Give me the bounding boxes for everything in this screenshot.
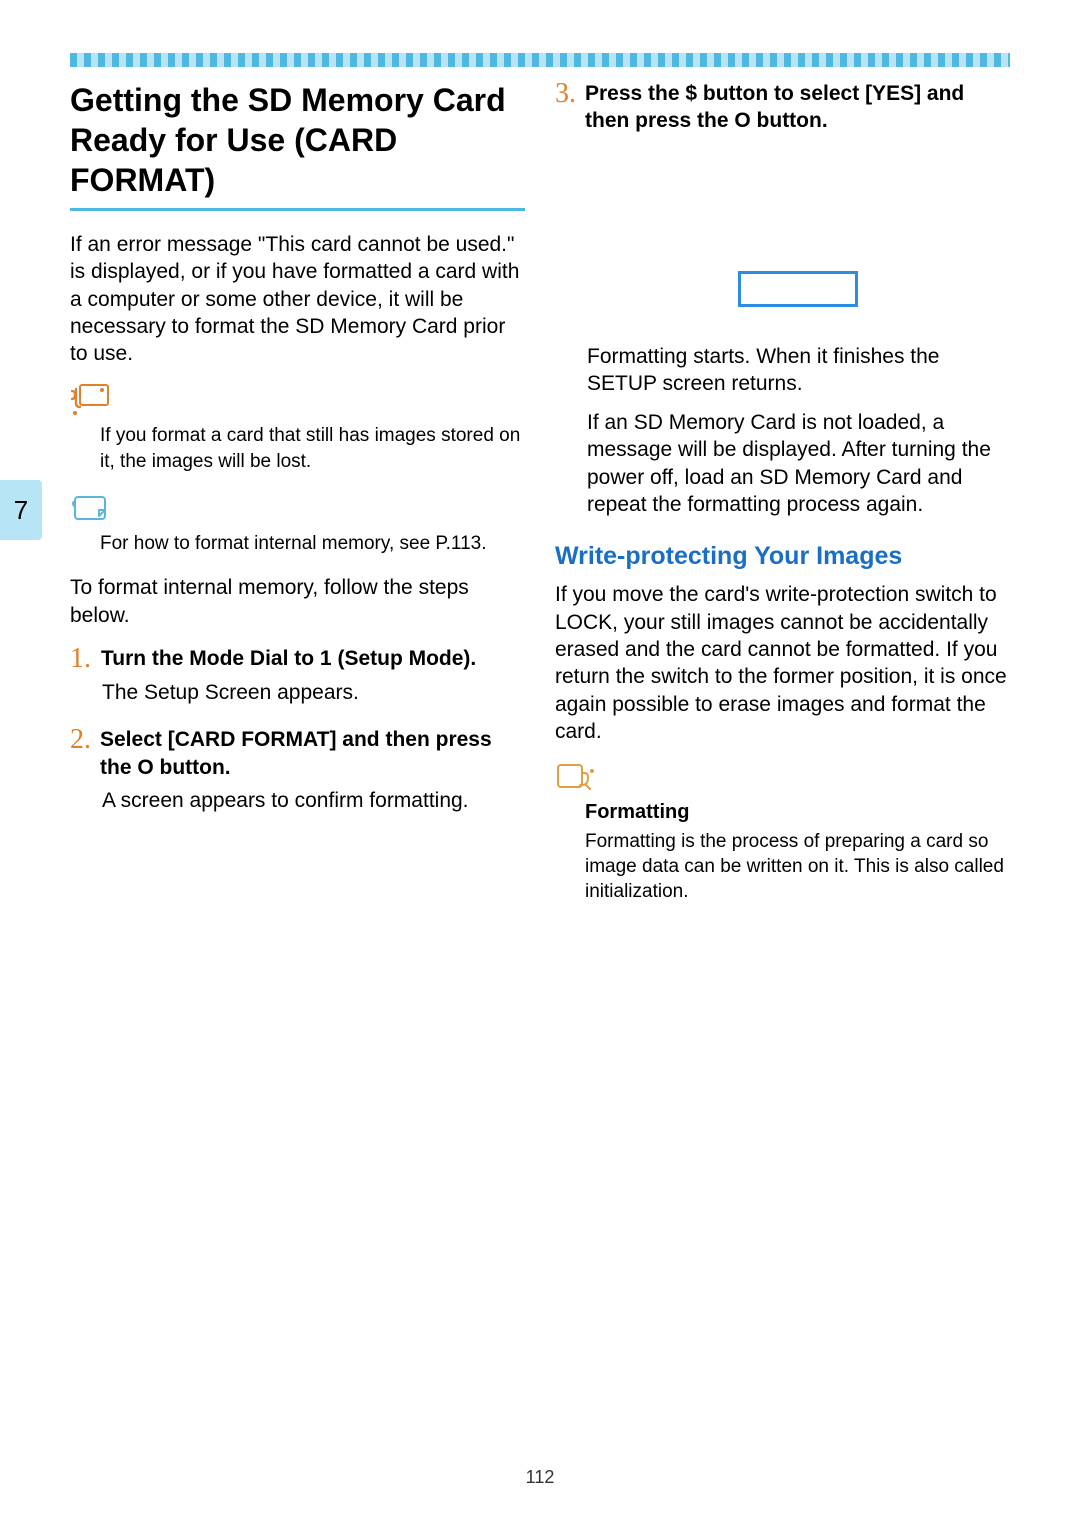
step-2: 2. Select [CARD FORMAT] and then press t… xyxy=(70,726,525,781)
term-body: Formatting is the process of preparing a… xyxy=(585,830,1010,904)
step-1-body: The Setup Screen appears. xyxy=(102,679,525,706)
intro-paragraph: If an error message "This card cannot be… xyxy=(70,231,525,367)
note-text: For how to format internal memory, see P… xyxy=(100,531,525,557)
section-heading: Getting the SD Memory Card Ready for Use… xyxy=(70,80,525,200)
caution-text: If you format a card that still has imag… xyxy=(100,423,525,474)
step-title: Select [CARD FORMAT] and then press the … xyxy=(100,726,525,781)
term-title: Formatting xyxy=(585,801,1010,824)
decorative-border xyxy=(70,53,1010,67)
highlight-box xyxy=(738,271,858,307)
page-number: 112 xyxy=(0,1467,1080,1488)
page-content: Getting the SD Memory Card Ready for Use… xyxy=(70,80,1010,904)
step-1: 1. Turn the Mode Dial to 1 (Setup Mode). xyxy=(70,645,525,673)
step-title: Turn the Mode Dial to 1 (Setup Mode). xyxy=(101,645,476,672)
step-2-body: A screen appears to confirm formatting. xyxy=(102,787,525,814)
step-number: 2. xyxy=(70,726,90,754)
step-3: 3. Press the $ button to select [YES] an… xyxy=(555,80,1010,135)
write-protect-body: If you move the card's write-protection … xyxy=(555,581,1010,745)
step-3-body-2: If an SD Memory Card is not loaded, a me… xyxy=(587,409,1010,518)
heading-underline xyxy=(70,208,525,211)
camera-screenshot xyxy=(643,145,923,325)
chapter-tab: 7 xyxy=(0,480,42,540)
pre-steps-text: To format internal memory, follow the st… xyxy=(70,574,525,629)
terminology-icon xyxy=(555,761,1010,793)
step-3-body-1: Formatting starts. When it finishes the … xyxy=(587,343,1010,398)
note-icon xyxy=(70,493,525,523)
caution-icon xyxy=(70,383,525,415)
step-title: Press the $ button to select [YES] and t… xyxy=(585,80,1010,135)
left-column: Getting the SD Memory Card Ready for Use… xyxy=(70,80,525,904)
subsection-heading: Write-protecting Your Images xyxy=(555,542,1010,571)
step-number: 3. xyxy=(555,80,575,108)
step-number: 1. xyxy=(70,645,91,673)
right-column: 3. Press the $ button to select [YES] an… xyxy=(555,80,1010,904)
